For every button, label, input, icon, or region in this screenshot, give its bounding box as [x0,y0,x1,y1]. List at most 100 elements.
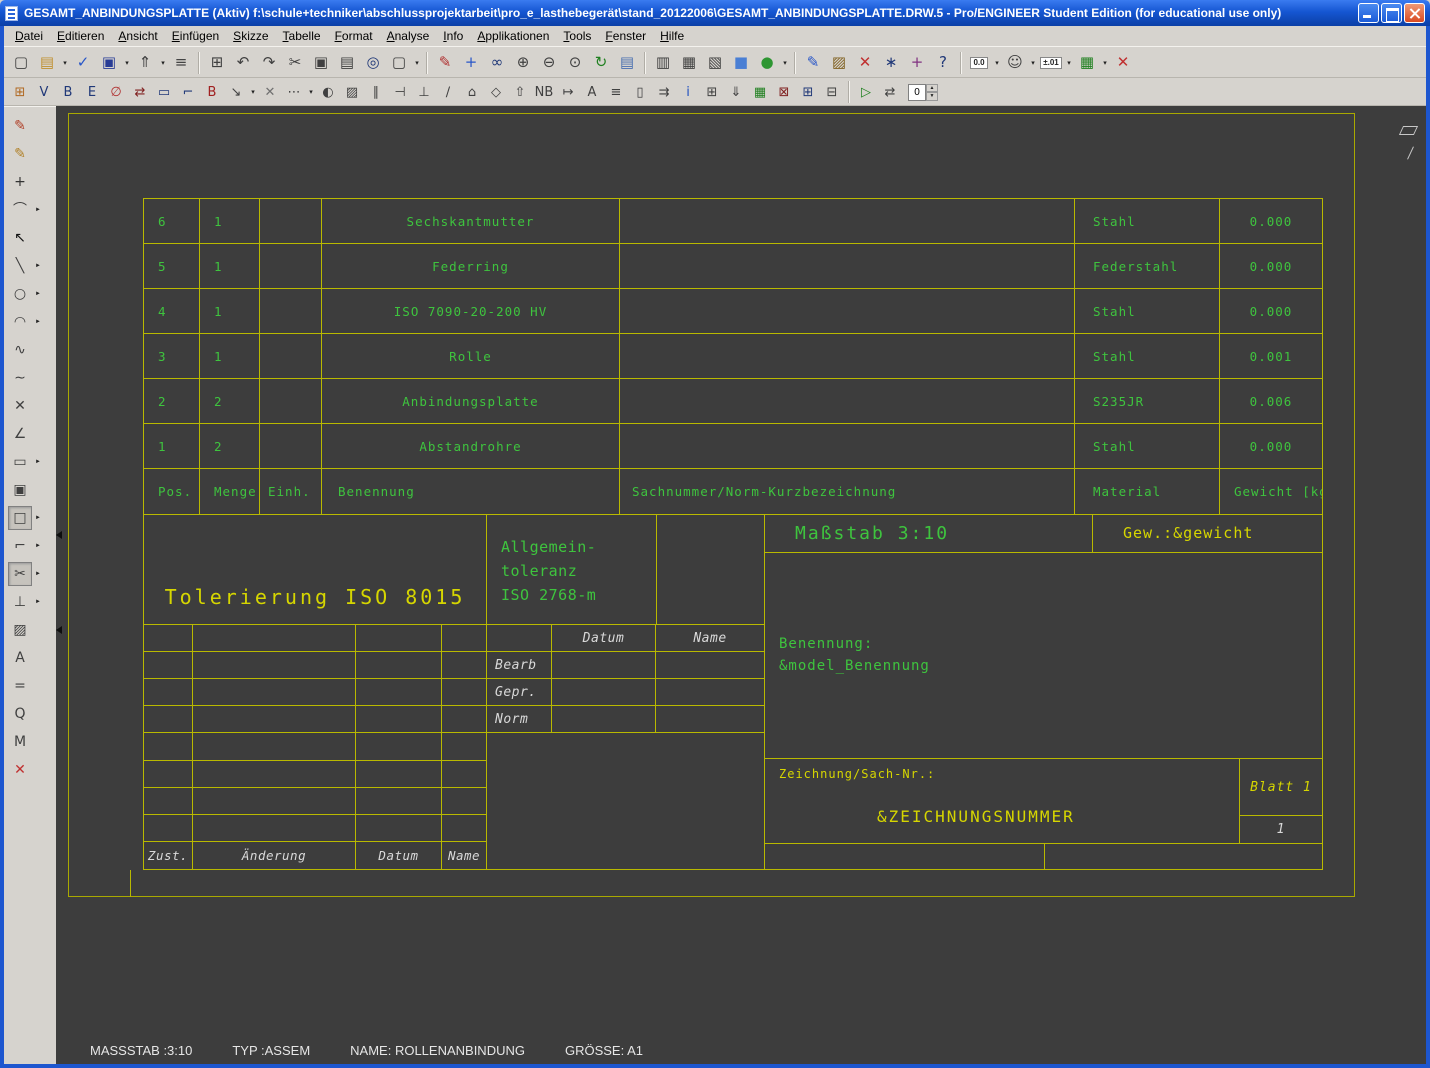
text-tool-icon[interactable]: A [8,646,32,670]
revision-cell[interactable] [144,706,193,733]
arrow-style-icon[interactable]: ↘ [225,81,247,103]
bom-cell-gewicht[interactable]: 0.000 [1220,424,1322,469]
hatch-icon[interactable]: ▨ [341,81,363,103]
signature-cell[interactable] [552,652,656,679]
revision-cell[interactable] [356,761,442,788]
rectangle-icon-flyout[interactable]: ► [35,459,41,465]
bom-header-benennung[interactable]: Benennung [322,469,620,514]
save-copy-icon-dropdown[interactable]: ▾ [158,51,168,75]
zoom-out-icon[interactable]: ⊖ [537,51,561,75]
revision-cell[interactable] [144,733,193,760]
signature-cell[interactable]: Bearb [487,652,552,679]
new-file-icon[interactable]: ▢ [9,51,33,75]
revision-cell[interactable] [442,733,486,760]
signature-cell[interactable]: Datum [552,625,656,652]
revision-cell[interactable] [144,761,193,788]
corner-parallelogram-icon[interactable] [1399,126,1418,135]
bom-cell-einh[interactable] [260,199,322,244]
coord-sys-icon[interactable]: + [905,51,929,75]
bom-cell-pos[interactable]: 3 [144,334,200,379]
bom-header-pos[interactable]: Pos. [144,469,200,514]
bom-cell-gewicht[interactable]: 0.006 [1220,379,1322,424]
more-options-icon[interactable]: ⋯ [283,81,305,103]
offset-edge-icon[interactable]: ⌐ [8,534,32,558]
menu-tools[interactable]: Tools [556,27,598,45]
close-button-icon[interactable] [1404,3,1425,23]
menu-editieren[interactable]: Editieren [50,27,111,45]
move-item-icon[interactable]: ⇉ [653,81,675,103]
bom-cell-sachnummer[interactable] [620,244,1075,289]
bom-cell-benennung[interactable]: ISO 7090-20-200 HV [322,289,620,334]
balloon-style-icon[interactable]: B [201,81,223,103]
rectangle-icon[interactable]: ▭ [8,450,32,474]
revision-cell[interactable] [442,625,486,652]
view-sketch-icon[interactable]: ✎ [8,114,32,138]
zoom-in-icon[interactable]: ⊕ [511,51,535,75]
revision-cell[interactable] [193,815,356,842]
bom-cell-pos[interactable]: 5 [144,244,200,289]
menu-info[interactable]: Info [436,27,470,45]
bom-cell-pos[interactable]: 1 [144,424,200,469]
hidden-line-icon[interactable]: ▦ [677,51,701,75]
revision-cell[interactable] [193,733,356,760]
mirror-icon[interactable]: ▣ [8,478,32,502]
signature-cell[interactable]: Norm [487,706,552,733]
table-block-icon[interactable]: ⊟ [821,81,843,103]
perpendicular-icon[interactable]: ⊥ [8,590,32,614]
datum-plane-icon[interactable]: ▨ [827,51,851,75]
tolerance-icon-dropdown[interactable]: ▾ [1064,51,1074,75]
revision-cell[interactable] [442,652,486,679]
bom-cell-pos[interactable]: 4 [144,289,200,334]
benennung-cell[interactable]: Benennung: &model_Benennung [764,552,1323,759]
bom-cell-pos[interactable]: 2 [144,379,200,424]
curve-icon[interactable]: ∼ [8,366,32,390]
revision-cell[interactable] [442,679,486,706]
signature-cell[interactable] [656,679,764,706]
revision-cell[interactable] [356,625,442,652]
menu-analyse[interactable]: Analyse [380,27,437,45]
new-sheet-icon[interactable]: ▯ [629,81,651,103]
edit-sketch-icon[interactable]: ✎ [8,142,32,166]
bom-cell-einh[interactable] [260,244,322,289]
revision-cell[interactable] [356,733,442,760]
show-dim-names-icon[interactable]: E [81,81,103,103]
hatch-tool-icon[interactable]: ▨ [8,618,32,642]
menu-datei[interactable]: Datei [8,27,50,45]
zeichnungsnummer-cell[interactable]: Zeichnung/Sach-Nr.: &ZEICHNUNGSNUMMER Bl… [764,758,1323,844]
measure-icon[interactable]: M [8,730,32,754]
zoom-fit-icon[interactable]: ⊙ [563,51,587,75]
revision-cell[interactable] [193,652,356,679]
maximize-button-icon[interactable] [1381,3,1402,23]
menu-tabelle[interactable]: Tabelle [276,27,328,45]
flip-arrows-icon[interactable]: ⇄ [129,81,151,103]
bottom-strip-cell[interactable] [764,843,1323,870]
repaint-icon[interactable]: ↻ [589,51,613,75]
tolerance-icon[interactable]: ±.01 [1039,51,1063,75]
bom-cell-pos[interactable]: 6 [144,199,200,244]
revision-label[interactable]: Zust. [144,842,193,869]
more-options-icon-dropdown[interactable]: ▾ [306,80,316,104]
bom-cell-benennung[interactable]: Abstandrohre [322,424,620,469]
delete-segment-icon[interactable]: ✕ [853,51,877,75]
context-help-icon[interactable]: ? [931,51,955,75]
gewicht-cell[interactable]: Gew.:&gewicht [1092,514,1323,553]
arrow-style-icon-dropdown[interactable]: ▾ [248,80,258,104]
use-edge-icon-flyout[interactable]: ► [35,515,41,521]
bom-cell-sachnummer[interactable] [620,289,1075,334]
update-tables-icon[interactable]: ▦ [1075,51,1099,75]
nb-icon[interactable]: NB [533,81,555,103]
publish-icon[interactable]: ⇧ [509,81,531,103]
bom-header-material[interactable]: Material [1075,469,1220,514]
bom-cell-menge[interactable]: 1 [200,334,260,379]
insert-point-icon[interactable]: + [459,51,483,75]
revision-cell[interactable] [144,652,193,679]
drawing-canvas[interactable]: 61SechskantmutterStahl0.00051FederringFe… [56,106,1426,1064]
paste-icon[interactable]: ▤ [335,51,359,75]
save-copy-icon[interactable]: ⇑ [133,51,157,75]
bom-cell-benennung[interactable]: Federring [322,244,620,289]
polygon-icon[interactable]: ◇ [485,81,507,103]
signature-cell[interactable] [656,706,764,733]
move-down-icon[interactable]: ⇓ [725,81,747,103]
align-text-icon[interactable]: ≡ [605,81,627,103]
wireframe-icon[interactable]: ▥ [651,51,675,75]
